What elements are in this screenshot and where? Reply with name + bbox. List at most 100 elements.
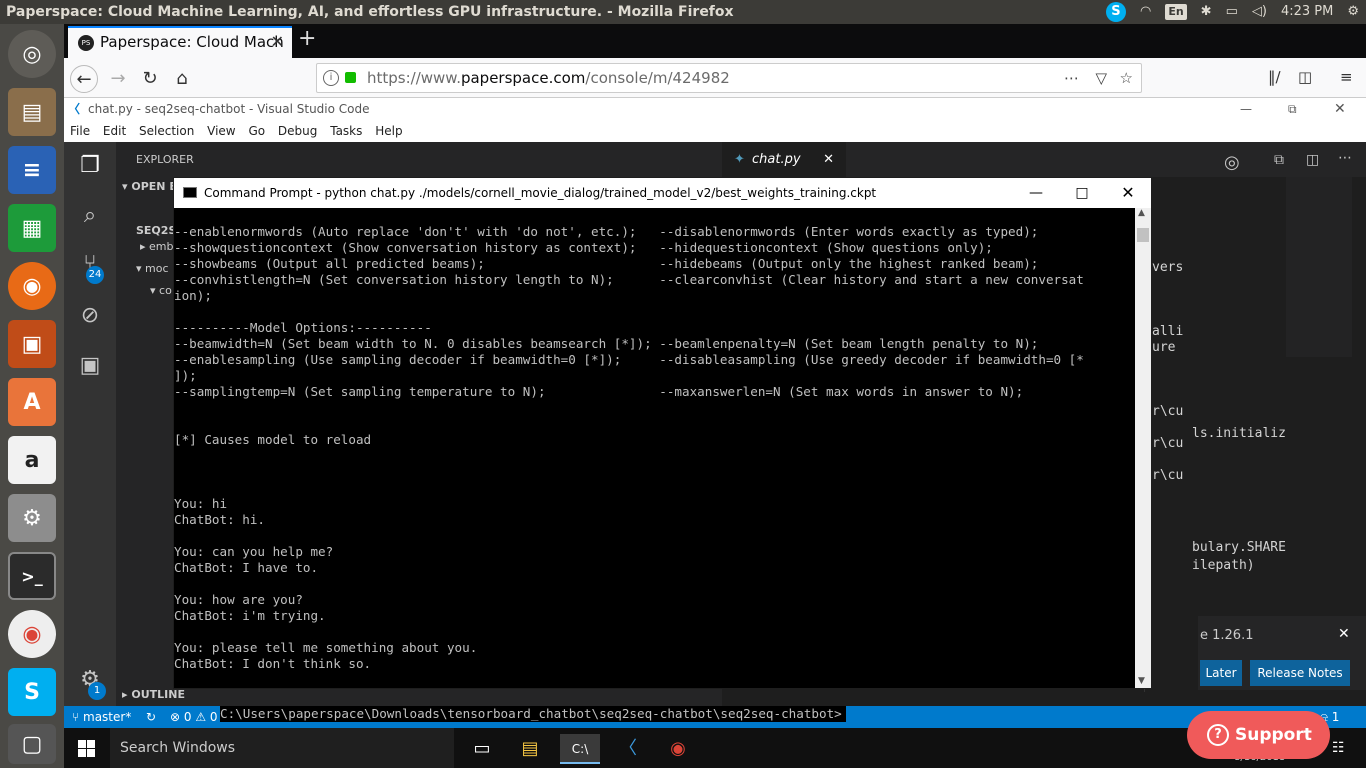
windows-search-box[interactable]: Search Windows (110, 728, 454, 768)
gear-icon[interactable]: ⚙ (1347, 0, 1359, 24)
tree-item-co[interactable]: ▾ co (150, 284, 172, 297)
bookmark-star-icon[interactable]: ☆ (1120, 64, 1133, 92)
browser-tab[interactable]: PS Paperspace: Cloud Mach ✕ (68, 26, 292, 58)
release-notes-button[interactable]: Release Notes (1250, 660, 1350, 686)
menu-file[interactable]: File (70, 124, 90, 138)
explorer-icon[interactable]: ❐ (76, 152, 104, 180)
vscode-title-bar: 〈 chat.py - seq2seq-chatbot - Visual Stu… (64, 98, 1366, 120)
battery-icon[interactable]: ▭ (1226, 0, 1238, 24)
open-changes-icon[interactable]: ⧉ (1274, 152, 1284, 168)
url-bar[interactable]: i https://www.paperspace.com/console/m/4… (316, 63, 1142, 93)
skype-icon[interactable]: S (1105, 2, 1126, 22)
close-icon[interactable]: ✕ (1334, 98, 1346, 120)
scroll-down-icon[interactable]: ▼ (1138, 676, 1145, 686)
keyboard-layout-indicator[interactable]: En (1165, 4, 1187, 20)
files-icon[interactable]: ▤ (8, 88, 56, 136)
bluetooth-icon[interactable]: ✱ (1201, 0, 1212, 24)
split-editor-icon[interactable]: ◫ (1306, 152, 1319, 168)
home-icon[interactable]: ⌂ (168, 65, 196, 93)
close-tab-icon[interactable]: ✕ (271, 28, 284, 56)
volume-icon[interactable]: ◁) (1252, 0, 1267, 24)
chrome-taskbar-icon[interactable]: ◉ (658, 734, 698, 764)
reload-icon[interactable]: ↻ (136, 65, 164, 93)
menu-view[interactable]: View (207, 124, 235, 138)
branch-status[interactable]: ⑂ master* (72, 706, 131, 728)
scroll-thumb[interactable] (1137, 228, 1149, 242)
menu-selection[interactable]: Selection (139, 124, 194, 138)
menu-icon[interactable]: ≡ (1340, 68, 1353, 86)
support-button[interactable]: ? Support (1187, 711, 1330, 759)
skype-launcher-icon[interactable]: S (8, 668, 56, 716)
menu-go[interactable]: Go (248, 124, 265, 138)
firefox-icon[interactable]: ◉ (8, 262, 56, 310)
wifi-icon[interactable]: ◠ (1140, 0, 1151, 24)
chrome-icon[interactable]: ◉ (8, 610, 56, 658)
minimap[interactable] (1286, 177, 1352, 357)
code-fragment: r\cu (1152, 404, 1184, 419)
terminal-icon[interactable]: >_ (8, 552, 56, 600)
later-button[interactable]: Later (1200, 660, 1242, 686)
cmd-taskbar-icon[interactable]: C:\ (560, 734, 600, 764)
calc-icon[interactable]: ▦ (8, 204, 56, 252)
command-prompt-window[interactable]: Command Prompt - python chat.py ./models… (173, 177, 1152, 689)
branch-name: master* (83, 710, 132, 724)
sync-icon[interactable]: ↻ (146, 706, 156, 728)
outline-section[interactable]: ▸ OUTLINE (122, 688, 185, 701)
python-file-icon: ✦ (734, 152, 745, 167)
search-icon[interactable]: ⌕ (76, 202, 104, 230)
editor-tab-chat-py[interactable]: ✦ chat.py ✕ (722, 142, 846, 177)
debug-icon[interactable]: ⊘ (76, 302, 104, 330)
cmd-console-output[interactable]: --enablenormwords (Auto replace 'don't' … (174, 208, 1136, 688)
cmd-close-icon[interactable]: ✕ (1105, 178, 1151, 208)
code-fragment: vers (1152, 260, 1184, 275)
outline-label: OUTLINE (131, 688, 185, 701)
menu-debug[interactable]: Debug (278, 124, 317, 138)
browser-tab-title: Paperspace: Cloud Mach (100, 33, 284, 51)
file-explorer-icon[interactable]: ▤ (510, 734, 550, 764)
problems-status[interactable]: ⊗ 0 ⚠ 0 (170, 706, 218, 728)
site-info-icon[interactable]: i (323, 70, 339, 86)
close-notification-icon[interactable]: ✕ (1338, 626, 1350, 642)
page-actions-icon[interactable]: ⋯ (1064, 64, 1079, 92)
vscode-menu-bar: File Edit Selection View Go Debug Tasks … (64, 120, 1366, 142)
menu-help[interactable]: Help (375, 124, 402, 138)
tree-item-emb[interactable]: ▸ emb (140, 240, 174, 253)
minimize-icon[interactable]: — (1240, 98, 1252, 120)
more-actions-icon[interactable]: ⋯ (1338, 150, 1352, 166)
vscode-taskbar-icon[interactable]: 〈 (608, 734, 648, 764)
circle-status-icon[interactable]: ◎ (1224, 152, 1240, 173)
new-tab-icon[interactable]: + (298, 26, 316, 51)
extensions-icon[interactable]: ▣ (76, 352, 104, 380)
software-center-icon[interactable]: A (8, 378, 56, 426)
menu-tasks[interactable]: Tasks (330, 124, 362, 138)
windows-start-icon[interactable] (78, 740, 95, 757)
impress-icon[interactable]: ▣ (8, 320, 56, 368)
writer-icon[interactable]: ≡ (8, 146, 56, 194)
clock[interactable]: 4:23 PM (1281, 0, 1333, 24)
screenshot-icon[interactable]: ▢ (8, 724, 56, 764)
cmd-minimize-icon[interactable]: — (1013, 178, 1059, 208)
task-view-icon[interactable]: ▭ (462, 734, 502, 764)
amazon-icon[interactable]: a (8, 436, 56, 484)
cmd-prompt-line[interactable]: C:\Users\paperspace\Downloads\tensorboar… (220, 706, 846, 722)
bell-count: 1 (1331, 710, 1340, 724)
pocket-icon[interactable]: ▽ (1095, 64, 1107, 92)
cmd-maximize-icon[interactable]: □ (1059, 178, 1105, 208)
action-center-icon[interactable]: ☷ (1332, 740, 1345, 756)
open-editors-section[interactable]: ▾ OPEN E (122, 180, 177, 193)
scroll-up-icon[interactable]: ▲ (1138, 208, 1145, 218)
settings-icon[interactable]: ⚙ (8, 494, 56, 542)
ubuntu-logo-icon[interactable]: ◎ (8, 30, 56, 78)
library-icon[interactable]: ‖∕ (1268, 68, 1281, 86)
warning-count: 0 (209, 710, 218, 724)
sidebar-icon[interactable]: ◫ (1298, 68, 1312, 86)
menu-edit[interactable]: Edit (103, 124, 126, 138)
close-editor-icon[interactable]: ✕ (823, 142, 834, 177)
forward-icon[interactable]: → (104, 65, 132, 93)
cmd-scrollbar[interactable]: ▲ ▼ (1135, 208, 1151, 688)
cmd-title-bar[interactable]: Command Prompt - python chat.py ./models… (174, 178, 1151, 208)
error-count: 0 (183, 710, 192, 724)
restore-icon[interactable]: ⧉ (1288, 98, 1297, 120)
tree-item-models[interactable]: ▾ moc (136, 262, 169, 275)
back-icon[interactable]: ← (70, 65, 98, 93)
